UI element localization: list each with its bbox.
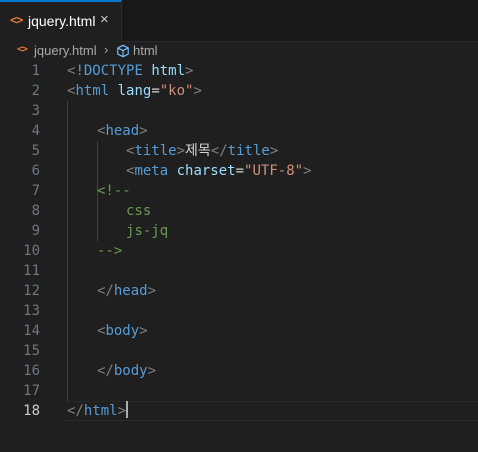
line-number: 6 — [31, 163, 40, 179]
close-icon[interactable]: × — [100, 11, 109, 28]
line-number: 9 — [31, 223, 40, 239]
line-content: </html> — [67, 401, 129, 419]
code-line: 8 css — [0, 201, 478, 221]
code-line: 1 <!DOCTYPE html> — [0, 61, 478, 81]
line-number: 1 — [31, 63, 40, 79]
line-number: 13 — [23, 303, 40, 319]
breadcrumb-symbol[interactable]: html — [133, 43, 158, 58]
line-number: 10 — [23, 243, 40, 259]
line-number: 7 — [31, 183, 40, 199]
tab-label: jquery.html — [28, 13, 96, 29]
symbol-cube-icon — [117, 44, 129, 58]
code-line: 9 js-jq — [0, 221, 478, 241]
code-line: 4 <head> — [0, 121, 478, 141]
line-content: <!-- — [97, 183, 131, 199]
line-number: 8 — [31, 203, 40, 219]
line-number: 16 — [23, 363, 40, 379]
code-line: 2 <html lang="ko"> — [0, 81, 478, 101]
code-line: 13 — [0, 301, 478, 321]
code-line: 5 <title>제목</title> — [0, 141, 478, 161]
line-content: </head> — [97, 283, 157, 299]
code-editor[interactable]: 1 <!DOCTYPE html> 2 <html lang="ko"> 3 4… — [0, 61, 478, 452]
code-line: 3 — [0, 101, 478, 121]
code-line: 15 — [0, 341, 478, 361]
line-number: 11 — [23, 263, 40, 279]
code-line: 17 — [0, 381, 478, 401]
chevron-right-icon: › — [104, 42, 109, 57]
breadcrumb: <> jquery.html › html — [0, 42, 478, 62]
code-line: 11 — [0, 261, 478, 281]
line-content: <meta charset="UTF-8"> — [126, 163, 312, 179]
line-content: js-jq — [126, 223, 169, 239]
html-file-icon: <> — [17, 44, 28, 55]
line-content: <body> — [97, 323, 148, 339]
line-content: <!DOCTYPE html> — [67, 63, 194, 79]
text-cursor — [126, 401, 129, 418]
html-file-icon: <> — [10, 13, 23, 27]
tab-jquery-html[interactable]: <> jquery.html × — [0, 0, 122, 42]
line-number: 18 — [23, 403, 40, 419]
line-number: 3 — [31, 103, 40, 119]
line-number: 12 — [23, 283, 40, 299]
line-content: <head> — [97, 123, 148, 139]
line-number: 2 — [31, 83, 40, 99]
code-line: 12 </head> — [0, 281, 478, 301]
code-line: 16 </body> — [0, 361, 478, 381]
code-line: 6 <meta charset="UTF-8"> — [0, 161, 478, 181]
line-content: --> — [97, 243, 123, 259]
breadcrumb-file[interactable]: jquery.html — [34, 43, 97, 58]
tab-bar: <> jquery.html × — [0, 0, 478, 42]
code-line: 18 </html> — [0, 401, 478, 421]
line-number: 17 — [23, 383, 40, 399]
line-content: <title>제목</title> — [126, 143, 279, 159]
line-number: 14 — [23, 323, 40, 339]
code-line: 10 --> — [0, 241, 478, 261]
line-number: 5 — [31, 143, 40, 159]
line-content: </body> — [97, 363, 157, 379]
line-number: 4 — [31, 123, 40, 139]
line-content: css — [126, 203, 152, 219]
line-content: <html lang="ko"> — [67, 83, 202, 99]
code-line: 14 <body> — [0, 321, 478, 341]
line-number: 15 — [23, 343, 40, 359]
code-line: 7 <!-- — [0, 181, 478, 201]
